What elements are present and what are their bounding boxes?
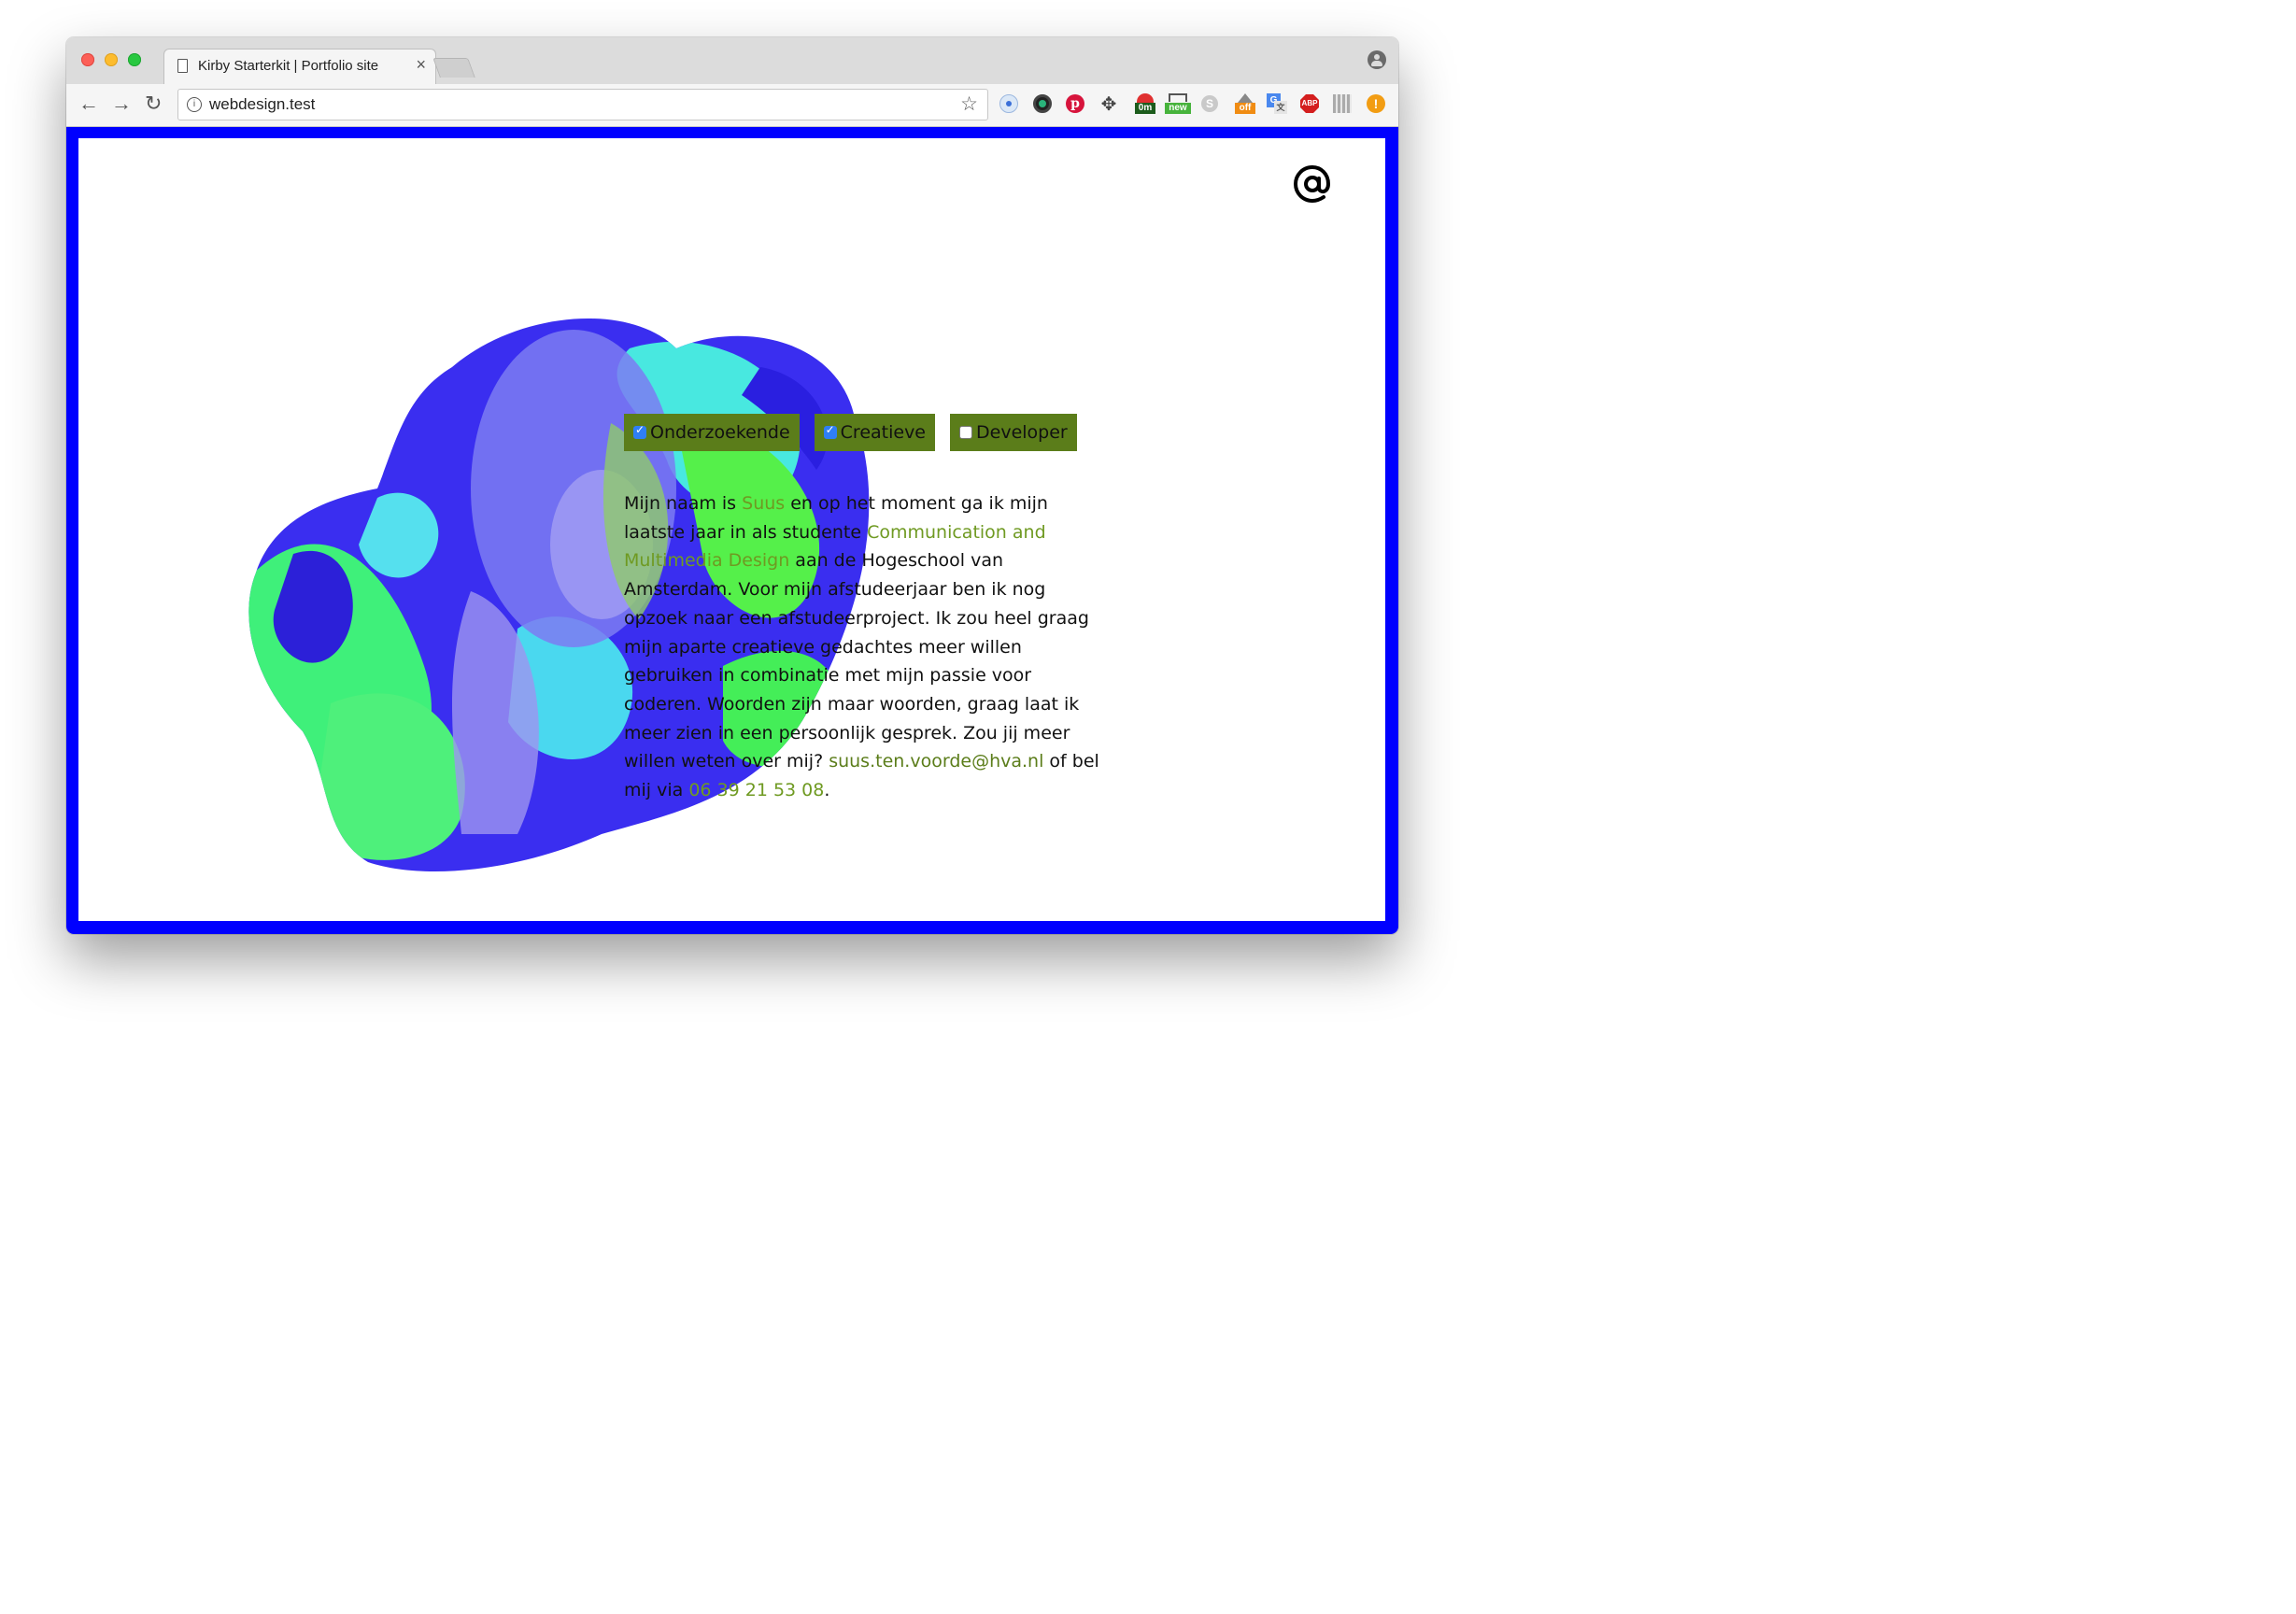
bio-text: Mijn naam is — [624, 493, 743, 514]
browser-tab[interactable]: Kirby Starterkit | Portfolio site × — [163, 49, 436, 85]
new-tab-button[interactable] — [432, 58, 475, 78]
browser-window: Kirby Starterkit | Portfolio site × ← → … — [66, 37, 1398, 934]
at-sign-icon[interactable] — [1291, 163, 1334, 205]
tab-close-icon[interactable]: × — [416, 55, 426, 75]
move-icon[interactable]: ✥ — [1098, 93, 1119, 115]
warning-icon[interactable]: ! — [1366, 93, 1386, 114]
close-window-button[interactable] — [81, 53, 94, 66]
portfolio-page: Onderzoekende Creatieve Developer Mijn n… — [78, 138, 1385, 921]
checkbox-unchecked-icon[interactable] — [959, 426, 973, 439]
checkbox-checked-icon[interactable] — [823, 423, 837, 439]
name-highlight: Suus — [742, 493, 786, 514]
minimize-window-button[interactable] — [105, 53, 118, 66]
tab-title: Kirby Starterkit | Portfolio site — [198, 58, 379, 74]
warning-label: ! — [1367, 94, 1385, 113]
browser-toolbar: ← → ↻ i webdesign.test ☆ p ✥ 0m new S of… — [66, 84, 1398, 127]
adblock-label: ABP — [1300, 94, 1319, 113]
off-badge-icon[interactable]: off — [1235, 93, 1255, 114]
checkbox-developer[interactable]: Developer — [950, 414, 1077, 451]
timer-badge: 0m — [1135, 103, 1155, 114]
checkbox-creatieve[interactable]: Creatieve — [814, 414, 936, 451]
new-badge-icon[interactable]: new — [1165, 93, 1191, 114]
qr-code-icon[interactable] — [1332, 93, 1353, 114]
profile-icon[interactable] — [1368, 50, 1386, 69]
camera-lens-icon[interactable] — [1032, 93, 1053, 114]
checkbox-checked-icon[interactable] — [633, 423, 646, 439]
url-text[interactable]: webdesign.test — [209, 95, 315, 114]
reload-icon[interactable]: ↻ — [145, 92, 162, 116]
back-arrow-icon[interactable]: ← — [78, 92, 99, 116]
title-bar: Kirby Starterkit | Portfolio site × — [66, 37, 1398, 85]
forward-arrow-icon[interactable]: → — [111, 92, 132, 116]
off-badge: off — [1235, 103, 1255, 114]
checkbox-label: Creatieve — [840, 422, 927, 443]
record-icon[interactable] — [999, 93, 1019, 114]
page-icon — [177, 59, 188, 73]
zoom-window-button[interactable] — [128, 53, 141, 66]
email-link[interactable]: suus.ten.voorde@hva.nl — [829, 751, 1043, 772]
skype-icon[interactable]: S — [1199, 93, 1220, 114]
checkbox-label: Developer — [976, 422, 1068, 443]
checkbox-label: Onderzoekende — [650, 422, 790, 443]
google-translate-icon[interactable]: G文 — [1267, 93, 1287, 114]
role-checkbox-group: Onderzoekende Creatieve Developer — [624, 414, 1077, 451]
checkbox-onderzoekende[interactable]: Onderzoekende — [624, 414, 800, 451]
address-bar[interactable]: i webdesign.test ☆ — [177, 89, 988, 120]
phone-link[interactable]: 06 39 21 53 08 — [688, 780, 824, 800]
bio-text: aan de Hogeschool van Amsterdam. Voor mi… — [624, 550, 1089, 772]
pinterest-icon[interactable]: p — [1065, 93, 1085, 114]
bookmark-star-icon[interactable]: ☆ — [960, 92, 978, 116]
timer-0m-icon[interactable]: 0m — [1135, 93, 1155, 114]
bio-text: . — [824, 780, 830, 801]
page-frame: Onderzoekende Creatieve Developer Mijn n… — [66, 127, 1398, 934]
info-icon[interactable]: i — [187, 97, 202, 112]
adblock-plus-icon[interactable]: ABP — [1299, 93, 1320, 114]
new-badge: new — [1165, 103, 1191, 114]
bio-paragraph: Mijn naam is Suus en op het moment ga ik… — [624, 489, 1110, 805]
